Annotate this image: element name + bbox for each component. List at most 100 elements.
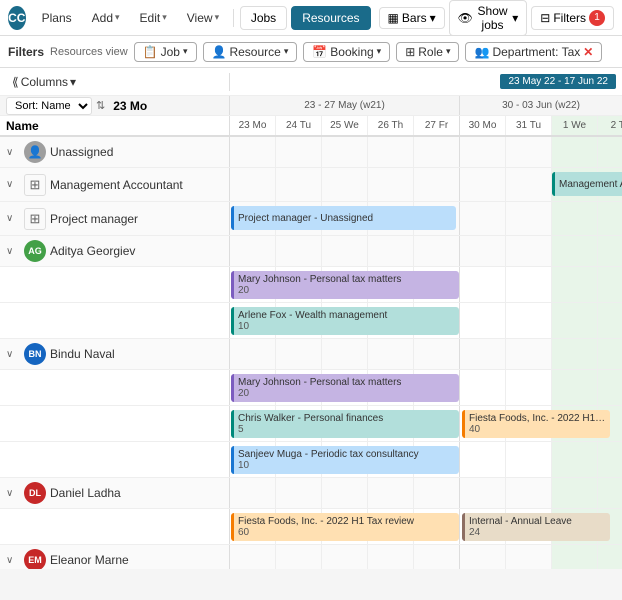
task-aditya-arlene[interactable]: Arlene Fox - Wealth management 10 <box>231 307 459 335</box>
edit-chevron-icon: ▾ <box>162 12 167 23</box>
unassigned-row: ∨ 👤 Unassigned <box>0 137 622 168</box>
pm-icon: ⊞ <box>24 208 46 230</box>
unassigned-name: Unassigned <box>50 145 113 159</box>
sort-select[interactable]: Sort: Name <box>6 97 92 115</box>
daniel-expand[interactable]: ∨ <box>6 488 20 499</box>
filter-icon: ⊟ <box>540 11 550 25</box>
aditya-expand[interactable]: ∨ <box>6 246 20 257</box>
eleanor-section: ∨ EM Eleanor Marne <box>0 545 622 569</box>
app-logo: CC <box>8 6 26 30</box>
resource-chevron-icon: ▾ <box>284 46 289 57</box>
eleanor-header-row: ∨ EM Eleanor Marne <box>0 545 622 569</box>
unassigned-avatar: 👤 <box>24 141 46 163</box>
sort-direction-icon[interactable]: ⇅ <box>96 99 105 112</box>
job-icon: 📋 <box>143 45 158 59</box>
resource-rows: ∨ 👤 Unassigned ∨ ⊞ Management Accountant <box>0 137 622 569</box>
task-mgmt-acct[interactable]: Management Acco <box>552 172 622 196</box>
columns-chevron-icon: ⟪ <box>12 75 19 89</box>
resource-filter-chip[interactable]: 👤 Resource ▾ <box>203 42 298 62</box>
day-1we: 1 We <box>552 116 598 135</box>
top-nav: CC Plans Add ▾ Edit ▾ View ▾ Jobs Resour… <box>0 0 622 36</box>
mgmt-expand[interactable]: ∨ <box>6 179 20 190</box>
task-bindu-chris[interactable]: Chris Walker - Personal finances 5 <box>231 410 459 438</box>
bars-chevron-icon: ▾ <box>430 11 436 25</box>
task-aditya-mary[interactable]: Mary Johnson - Personal tax matters 20 <box>231 271 459 299</box>
filters-label: Filters <box>8 45 44 59</box>
week2-label: 30 - 03 Jun (w22) <box>460 96 622 115</box>
show-jobs-button[interactable]: 👁 Show jobs ▾ <box>449 0 528 36</box>
view-button[interactable]: View ▾ <box>179 8 227 28</box>
resources-view-label: Resources view <box>50 46 128 58</box>
department-filter-chip[interactable]: 👥 Department: Tax ✕ <box>465 42 602 62</box>
eleanor-expand[interactable]: ∨ <box>6 555 20 566</box>
name-header: Name <box>6 119 39 133</box>
eye-icon: 👁 <box>458 11 473 25</box>
bars-button[interactable]: ▦ Bars ▾ <box>379 7 445 29</box>
view-chevron-icon: ▾ <box>215 12 220 23</box>
booking-chevron-icon: ▾ <box>377 46 382 57</box>
task-bindu-fiesta[interactable]: Fiesta Foods, Inc. - 2022 H1 Tax review … <box>462 410 610 438</box>
daniel-avatar: DL <box>24 482 46 504</box>
aditya-avatar: AG <box>24 240 46 262</box>
booking-filter-chip[interactable]: 📅 Booking ▾ <box>303 42 390 62</box>
task-pm-unassigned[interactable]: Project manager - Unassigned <box>231 206 456 230</box>
task-daniel-leave[interactable]: Internal - Annual Leave 24 <box>462 513 610 541</box>
resources-tab[interactable]: Resources <box>291 6 370 30</box>
day-31tu: 31 Tu <box>506 116 552 135</box>
eleanor-avatar: EM <box>24 549 46 569</box>
jobs-tab[interactable]: Jobs <box>240 6 287 30</box>
role-filter-chip[interactable]: ⊞ Role ▾ <box>396 42 459 62</box>
dept-close-icon[interactable]: ✕ <box>583 45 593 59</box>
bindu-header-row: ∨ BN Bindu Naval <box>0 339 622 370</box>
filter-bar: Filters Resources view 📋 Job ▾ 👤 Resourc… <box>0 36 622 68</box>
columns-button[interactable]: ⟪ Columns ▾ <box>6 73 82 91</box>
plans-button[interactable]: Plans <box>34 8 80 28</box>
mgmt-accountant-row: ∨ ⊞ Management Accountant Management Acc… <box>0 168 622 202</box>
resource-icon: 👤 <box>212 45 227 59</box>
bindu-task-row-3: Sanjeev Muga - Periodic tax consultancy … <box>0 442 622 478</box>
bindu-expand[interactable]: ∨ <box>6 349 20 360</box>
day-24tu: 24 Tu <box>276 116 322 135</box>
daniel-task-row-1: Fiesta Foods, Inc. - 2022 H1 Tax review … <box>0 509 622 545</box>
columns-down-icon: ▾ <box>70 75 76 89</box>
day-30mo: 30 Mo <box>460 116 506 135</box>
current-week-banner: 23 May 22 - 17 Jun 22 <box>500 74 616 89</box>
day-23mo: 23 Mo <box>230 116 276 135</box>
role-icon: ⊞ <box>405 45 415 59</box>
day-25we: 25 We <box>322 116 368 135</box>
job-filter-chip[interactable]: 📋 Job ▾ <box>134 42 197 62</box>
task-daniel-fiesta[interactable]: Fiesta Foods, Inc. - 2022 H1 Tax review … <box>231 513 459 541</box>
booking-icon: 📅 <box>312 45 327 59</box>
edit-button[interactable]: Edit ▾ <box>132 8 175 28</box>
name-column-header: 23 Mo <box>113 99 147 113</box>
aditya-section: ∨ AG Aditya Georgiev <box>0 236 622 339</box>
bindu-section: ∨ BN Bindu Naval <box>0 339 622 478</box>
mgmt-name: Management Accountant <box>50 178 183 192</box>
bindu-name: Bindu Naval <box>50 347 115 361</box>
nav-separator <box>233 9 234 27</box>
role-chevron-icon: ▾ <box>446 46 451 57</box>
unassigned-expand[interactable]: ∨ <box>6 147 20 158</box>
day-27fr: 27 Fr <box>414 116 460 135</box>
filters-button[interactable]: ⊟ Filters 1 <box>531 6 614 30</box>
job-chevron-icon: ▾ <box>183 46 188 57</box>
daniel-header-row: ∨ DL Daniel Ladha <box>0 478 622 509</box>
bindu-avatar: BN <box>24 343 46 365</box>
pm-name: Project manager <box>50 212 138 226</box>
day-2th: 2 Th <box>598 116 622 135</box>
bindu-task-row-2: Chris Walker - Personal finances 5 Fiest… <box>0 406 622 442</box>
task-bindu-sanjeev[interactable]: Sanjeev Muga - Periodic tax consultancy … <box>231 446 459 474</box>
daniel-section: ∨ DL Daniel Ladha <box>0 478 622 545</box>
bars-icon: ▦ <box>388 11 399 25</box>
show-jobs-chevron-icon: ▾ <box>512 11 518 25</box>
daniel-name: Daniel Ladha <box>50 486 121 500</box>
add-chevron-icon: ▾ <box>115 12 120 23</box>
add-button[interactable]: Add ▾ <box>84 8 128 28</box>
bindu-task-row-1: Mary Johnson - Personal tax matters 20 <box>0 370 622 406</box>
pm-expand[interactable]: ∨ <box>6 213 20 224</box>
week1-label: 23 - 27 May (w21) <box>230 96 460 115</box>
project-manager-row: ∨ ⊞ Project manager Project manager - Un… <box>0 202 622 236</box>
aditya-task-row-1: Mary Johnson - Personal tax matters 20 <box>0 267 622 303</box>
eleanor-name: Eleanor Marne <box>50 553 129 567</box>
task-bindu-mary[interactable]: Mary Johnson - Personal tax matters 20 <box>231 374 459 402</box>
